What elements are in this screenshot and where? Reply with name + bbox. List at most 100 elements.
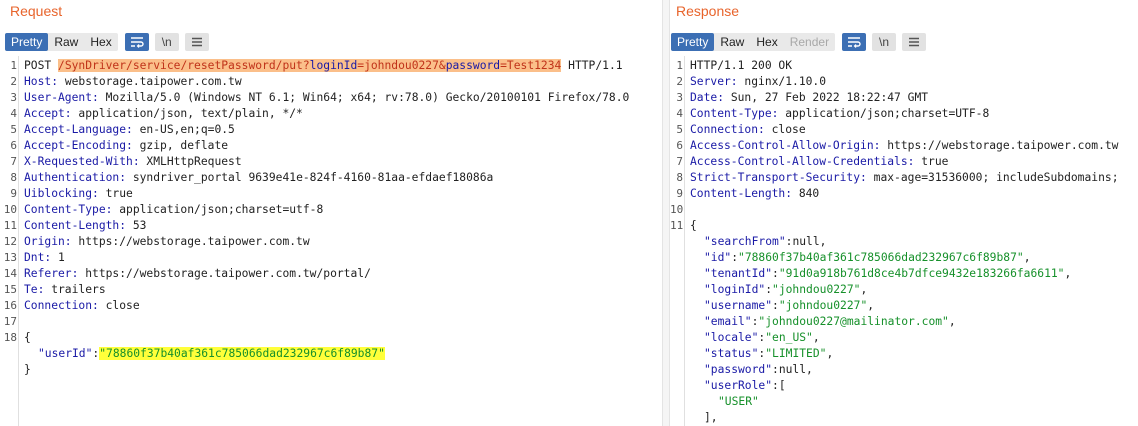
request-path: /SynDriver/service/resetPassword/put?: [58, 59, 310, 72]
request-title: Request: [10, 3, 63, 19]
header-line: Dnt: 1: [24, 250, 65, 266]
header-line: User-Agent: Mozilla/5.0 (Windows NT 6.1;…: [24, 90, 629, 106]
http-protocol: HTTP/1.1: [561, 59, 623, 72]
header-name: X-Requested-With:: [24, 155, 140, 168]
response-tab-render[interactable]: Render: [784, 33, 835, 51]
json-value-highlighted: "78860f37b40af361c785066dad232967c6f89b8…: [99, 347, 385, 360]
list-format-icon[interactable]: [124, 33, 149, 51]
header-line: Date: Sun, 27 Feb 2022 18:22:47 GMT: [690, 90, 928, 106]
response-tab-pretty[interactable]: Pretty: [671, 33, 715, 51]
header-name: Referer:: [24, 267, 79, 280]
header-line: Connection: close: [690, 122, 806, 138]
header-line: Content-Type: application/json;charset=U…: [690, 106, 989, 122]
json-colon: :: [772, 363, 779, 376]
query-param-value: =Test1234: [500, 59, 562, 72]
header-value: webstorage.taipower.com.tw: [58, 75, 242, 88]
line-number: 10: [670, 203, 684, 216]
header-value: gzip, deflate: [132, 139, 229, 152]
json-comma: ,: [819, 235, 827, 248]
json-field: "password":null,: [704, 362, 813, 378]
line-number: 8: [676, 171, 683, 184]
header-value: application/json;charset=UTF-8: [778, 107, 990, 120]
line-number: 15: [3, 283, 17, 296]
json-key: "password": [704, 363, 773, 376]
newline-icon[interactable]: \n: [872, 33, 897, 51]
json-value: "johndou0227": [778, 299, 868, 312]
json-colon: :: [772, 267, 779, 280]
header-name: Host:: [24, 75, 59, 88]
pane-divider[interactable]: [662, 0, 670, 426]
header-value: https://webstorage.taipower.com.tw: [880, 139, 1119, 152]
query-param-name: loginId: [309, 59, 358, 72]
header-line: Content-Length: 840: [690, 186, 819, 202]
header-line: Origin: https://webstorage.taipower.com.…: [24, 234, 310, 250]
request-tab-pretty[interactable]: Pretty: [5, 33, 49, 51]
json-brace-open: {: [24, 331, 31, 344]
newline-icon[interactable]: \n: [154, 33, 179, 51]
json-colon: :: [765, 283, 773, 296]
header-name: Uiblocking:: [24, 187, 99, 200]
line-number: 1: [676, 59, 683, 72]
json-key: "searchFrom": [704, 235, 786, 248]
json-value: "johndou0227": [772, 283, 861, 296]
json-field: "username":"johndou0227",: [704, 298, 874, 314]
response-tab-hex[interactable]: Hex: [750, 33, 783, 51]
request-pane: Request Pretty Raw Hex \n 1 2 3 4 5 6 7 …: [0, 0, 662, 426]
header-name: Access-Control-Allow-Origin:: [690, 139, 881, 152]
line-number: 3: [676, 91, 683, 104]
json-brace-close: }: [24, 363, 31, 376]
line-number: 1: [10, 59, 17, 72]
header-name: Accept-Encoding:: [24, 139, 133, 152]
json-key: "email": [704, 315, 752, 328]
line-number: 3: [10, 91, 17, 104]
json-value: [: [778, 379, 786, 392]
header-value: true: [98, 187, 133, 200]
line-number: 5: [10, 123, 17, 136]
response-pane: Response Pretty Raw Hex Render \n 1 2 3 …: [670, 0, 1138, 426]
header-line: Content-Type: application/json;charset=u…: [24, 202, 323, 218]
line-number: 11: [670, 219, 684, 232]
line-number: 2: [676, 75, 683, 88]
json-field: "locale":"en_US",: [704, 330, 820, 346]
line-number: 16: [3, 299, 17, 312]
json-array-item: "USER": [718, 394, 759, 410]
header-value: application/json, text/plain, */*: [71, 107, 303, 120]
json-field: "id":"78860f37b40af361c785066dad232967c6…: [704, 250, 1031, 266]
json-comma: ,: [812, 331, 820, 344]
header-value: https://webstorage.taipower.com.tw/porta…: [78, 267, 371, 280]
header-name: User-Agent:: [24, 91, 99, 104]
menu-icon[interactable]: [184, 33, 209, 51]
json-value: null: [792, 235, 820, 248]
header-value: 53: [126, 219, 147, 232]
json-colon: :: [772, 299, 779, 312]
header-value: max-age=31536000; includeSubdomains;: [866, 171, 1119, 184]
json-field: "loginId":"johndou0227",: [704, 282, 867, 298]
header-name: Origin:: [24, 235, 72, 248]
json-array-close: ],: [704, 411, 718, 424]
header-line: Content-Length: 53: [24, 218, 146, 234]
header-line: Access-Control-Allow-Credentials: true: [690, 154, 948, 170]
line-number: 18: [3, 331, 17, 344]
line-number: 4: [676, 107, 683, 120]
request-tab-hex[interactable]: Hex: [84, 33, 117, 51]
query-param-name: password: [445, 59, 501, 72]
header-name: Te:: [24, 283, 45, 296]
json-field: "userRole":[: [704, 378, 786, 394]
header-line: Server: nginx/1.10.0: [690, 74, 826, 90]
list-format-icon[interactable]: [842, 33, 867, 51]
response-view-tabs: Pretty Raw Hex Render: [671, 33, 836, 51]
json-key: "id": [704, 251, 732, 264]
json-field: "searchFrom":null,: [704, 234, 826, 250]
response-tab-raw[interactable]: Raw: [714, 33, 750, 51]
response-editor[interactable]: 1 2 3 4 5 6 7 8 9 10 11 HTTP/1.1 200 OK …: [670, 56, 1138, 426]
line-number: 10: [3, 203, 17, 216]
menu-icon[interactable]: [902, 33, 927, 51]
request-tab-raw[interactable]: Raw: [48, 33, 84, 51]
request-editor[interactable]: 1 2 3 4 5 6 7 8 9 10 11 12 13 14 15 16 1…: [0, 56, 662, 426]
json-comma: ,: [1064, 267, 1072, 280]
line-number: 9: [10, 187, 17, 200]
http-method: POST: [24, 59, 59, 72]
json-field: "userId":"78860f37b40af361c785066dad2329…: [38, 346, 385, 362]
line-number: 5: [676, 123, 683, 136]
header-line: Accept-Language: en-US,en;q=0.5: [24, 122, 235, 138]
